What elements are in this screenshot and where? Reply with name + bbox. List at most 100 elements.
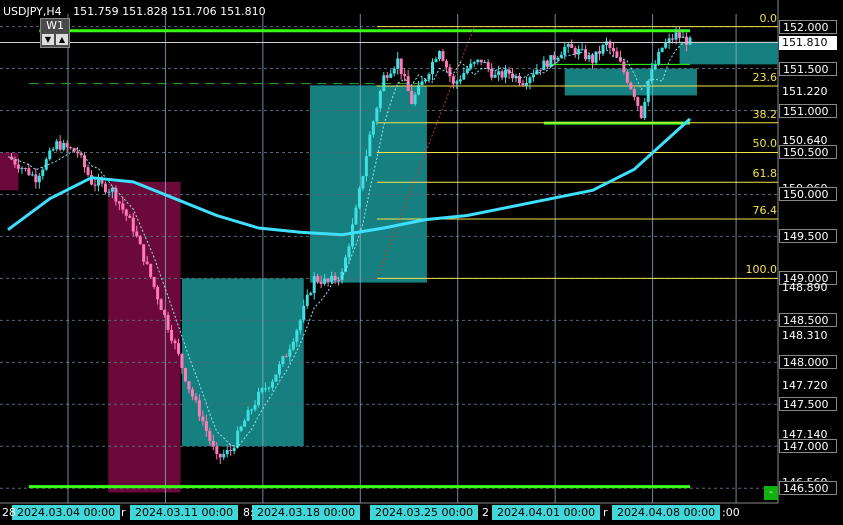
time-axis-fragment: :00 [722,506,740,519]
candle-body [434,59,438,62]
candle-body [688,37,692,45]
ohlc-readout: 151.759 151.828 151.706 151.810 [73,5,266,18]
candle-body [486,62,490,69]
candle-body [243,420,247,427]
candle-body [469,63,473,69]
candle-body [403,74,407,77]
candle-body [250,409,254,411]
candle-body [170,329,174,341]
candle-body [114,187,118,202]
candle-body [204,421,208,431]
candle-body [518,76,521,84]
candle-body [232,447,236,452]
candle-body [347,246,351,258]
price-axis-label: 151.220 [782,85,828,99]
time-axis-fragment: r [603,506,608,519]
bear-zone [0,152,19,191]
candle-body [375,108,379,122]
candle-body [323,278,327,284]
candle-body [657,51,661,65]
candle-body [309,293,313,295]
candle-body [448,67,452,77]
candle-body [636,97,640,106]
candle-body [124,209,128,216]
candle-body [476,59,480,63]
candle-body [601,44,605,54]
candle-body [103,183,107,193]
candle-body [382,75,386,91]
candle-body [190,389,194,397]
candle-body [413,94,417,105]
triangle-down-icon[interactable]: ▼ [42,34,54,45]
candle-body [681,36,685,38]
candle-body [545,60,549,68]
candle-body [58,141,62,150]
candle-body [201,416,205,422]
candle-body [542,60,546,71]
candle-body [504,69,508,78]
candle-body [632,88,636,98]
price-axis-label: 147.500 [779,397,837,412]
candle-body [378,90,382,109]
current-bar-zone [679,41,778,65]
candle-body [30,174,34,176]
candle-body [396,58,400,69]
chart-window[interactable]: USDJPY,H4 151.759 151.828 151.706 151.81… [0,0,843,525]
price-axis-label: 151.000 [779,103,837,118]
candle-body [23,168,27,170]
candle-body [270,381,274,388]
candle-body [361,176,365,189]
candle-body [580,49,584,51]
candle-body [451,76,455,84]
candle-body [462,73,466,80]
candle-body [566,44,570,47]
candle-body [239,426,243,431]
price-axis-label: 148.000 [779,355,837,370]
candle-body [267,387,271,389]
candle-body [187,381,191,390]
timeframe-switcher[interactable]: W1 ▼ ▲ [40,18,70,48]
candle-body [159,299,163,311]
minimize-button[interactable]: - [764,486,778,500]
candle-body [455,81,459,84]
candle-body [622,61,626,73]
price-axis-label: 146.500 [779,481,837,496]
candle-body [629,82,633,89]
candle-body [222,454,226,458]
candle-body [107,191,111,193]
time-axis-tag: 2024.03.04 00:00 [12,505,121,520]
price-axis-label: 148.890 [782,280,828,294]
candle-body [284,356,288,358]
candle-body [246,410,250,421]
time-axis-tag: 2024.03.18 00:00 [252,505,361,520]
time-axis-fragment: 2 [482,506,489,519]
candle-body [135,231,139,237]
triangle-up-icon[interactable]: ▲ [56,34,68,45]
candle-body [298,320,302,331]
candle-body [326,278,330,282]
candle-body [51,149,55,151]
candle-body [368,134,372,157]
candle-body [69,147,73,149]
candle-body [55,141,59,150]
time-axis-tag: 2024.03.25 00:00 [370,505,479,520]
candle-body [444,60,448,68]
candle-body [357,188,361,208]
candle-body [65,143,69,148]
symbol-label: USDJPY,H4 [3,5,62,18]
candle-body [424,79,428,82]
candle-body [27,168,31,176]
price-axis-label: 147.000 [779,439,837,454]
candle-body [183,367,187,382]
candle-body [483,62,487,64]
candle-body [305,294,309,306]
candle-body [295,330,299,342]
candle-body [493,74,497,78]
price-chart[interactable] [0,0,843,525]
candle-body [587,55,591,60]
candle-body [500,71,504,78]
candle-body [465,68,469,74]
candle-body [34,174,38,183]
candle-body [563,46,567,55]
candle-body [44,159,48,170]
